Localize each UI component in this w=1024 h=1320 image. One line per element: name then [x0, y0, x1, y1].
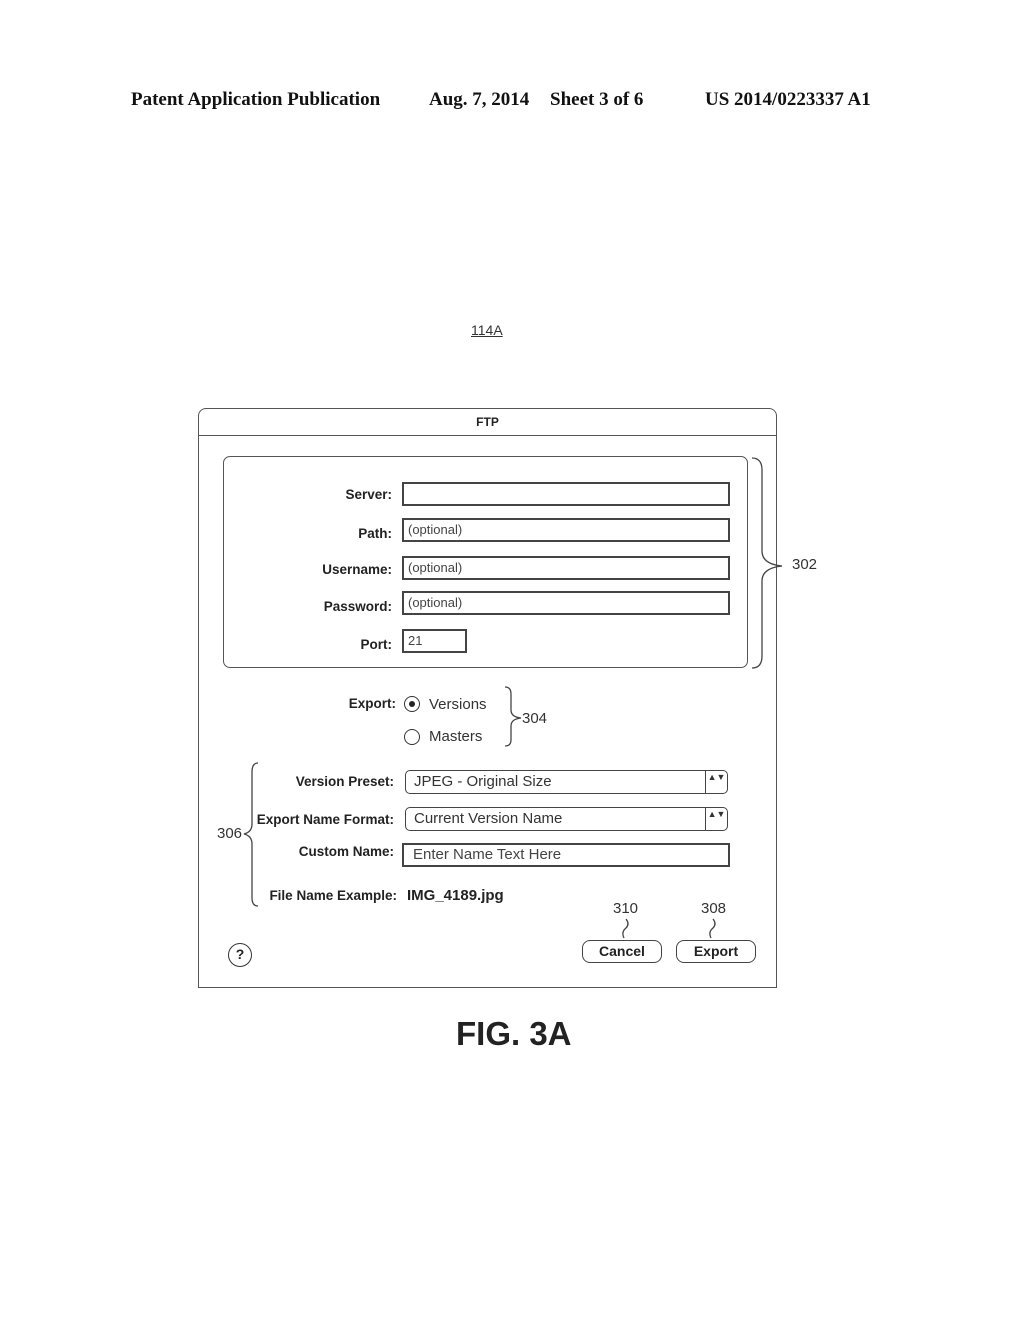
publication-type: Patent Application Publication — [131, 89, 381, 110]
versions-radio[interactable] — [404, 696, 420, 712]
versions-option-label[interactable]: Versions — [429, 696, 487, 713]
export-name-format-label: Export Name Format: — [256, 812, 394, 827]
file-name-example-value: IMG_4189.jpg — [407, 887, 504, 904]
version-preset-value: JPEG - Original Size — [414, 773, 552, 790]
export-button[interactable]: Export — [676, 940, 756, 963]
ftp-dialog: FTP Server: Path: (optional) Username: (… — [198, 408, 777, 988]
path-input[interactable]: (optional) — [402, 518, 730, 542]
export-name-format-value: Current Version Name — [414, 810, 563, 827]
masters-radio[interactable] — [404, 729, 420, 745]
path-label: Path: — [358, 526, 392, 541]
leader-308 — [709, 918, 716, 939]
server-label: Server: — [345, 487, 392, 502]
file-name-example-label: File Name Example: — [269, 888, 397, 903]
reference-302: 302 — [792, 556, 818, 573]
patent-number: US 2014/0223337 A1 — [705, 89, 871, 110]
figure-caption: FIG. 3A — [456, 1015, 572, 1052]
cancel-button[interactable]: Cancel — [582, 940, 662, 963]
custom-name-input[interactable]: Enter Name Text Here — [402, 843, 730, 867]
help-icon[interactable]: ? — [228, 943, 252, 967]
port-input[interactable]: 21 — [402, 629, 467, 653]
password-label: Password: — [323, 599, 392, 614]
select-arrows-icon: ▲▼ — [705, 771, 727, 793]
reference-308: 308 — [701, 900, 727, 917]
sheet-number: Sheet 3 of 6 — [550, 89, 644, 110]
figure-reference: 114A — [471, 322, 503, 338]
username-input[interactable]: (optional) — [402, 556, 730, 580]
brace-302 — [751, 457, 783, 669]
username-label: Username: — [322, 562, 392, 577]
reference-304: 304 — [522, 710, 548, 727]
server-input[interactable] — [402, 482, 730, 506]
export-name-format-select[interactable]: Current Version Name ▲▼ — [405, 807, 728, 831]
reference-310: 310 — [613, 900, 639, 917]
leader-310 — [622, 918, 629, 939]
custom-name-label: Custom Name: — [298, 844, 394, 859]
export-label: Export: — [348, 696, 396, 711]
port-label: Port: — [360, 637, 393, 652]
dialog-title: FTP — [199, 409, 776, 436]
brace-306 — [243, 762, 259, 907]
select-arrows-icon: ▲▼ — [705, 808, 727, 830]
publication-date: Aug. 7, 2014 — [429, 89, 530, 110]
masters-option-label[interactable]: Masters — [429, 728, 482, 745]
version-preset-label: Version Preset: — [295, 774, 394, 789]
version-preset-select[interactable]: JPEG - Original Size ▲▼ — [405, 770, 728, 794]
password-input[interactable]: (optional) — [402, 591, 730, 615]
reference-306: 306 — [217, 825, 243, 842]
